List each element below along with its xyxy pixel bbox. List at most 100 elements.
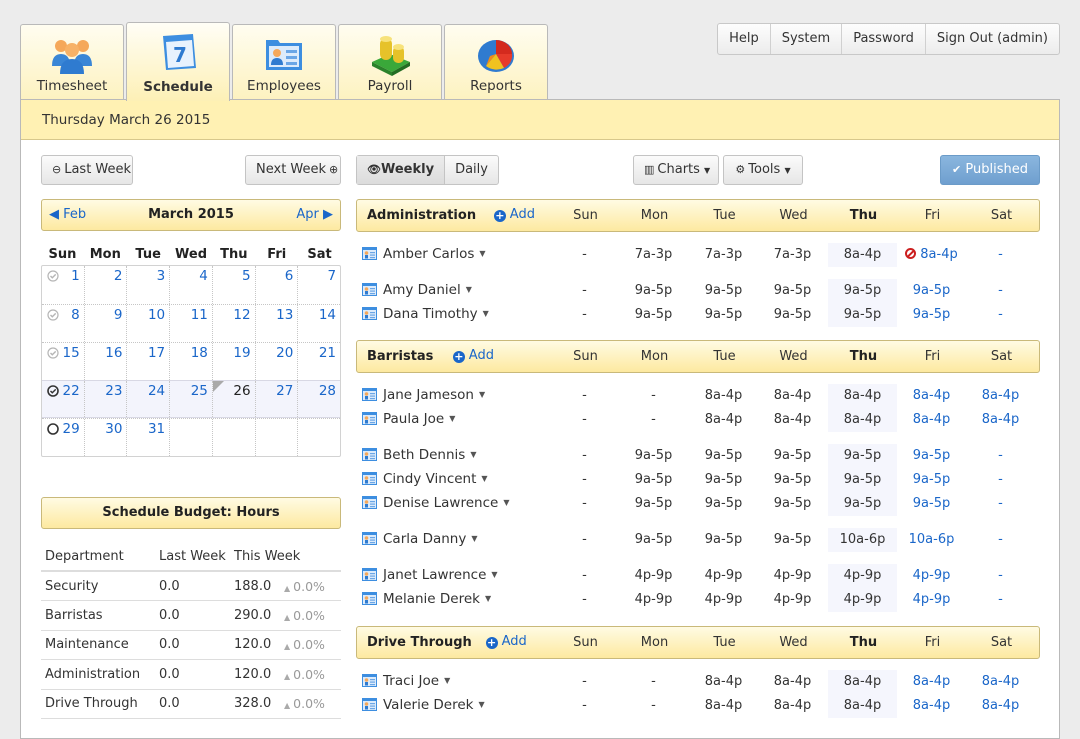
shift-cell[interactable]: 8a-4p	[758, 408, 827, 432]
calendar-day[interactable]: 10	[126, 305, 169, 342]
calendar-day[interactable]: 9	[83, 305, 127, 342]
shift-cell[interactable]: 8a-4p	[758, 384, 827, 408]
check-circle-icon[interactable]	[47, 309, 59, 321]
shift-cell[interactable]: 9a-5p	[828, 303, 897, 327]
calendar-day[interactable]: 2	[83, 266, 127, 304]
calendar-day[interactable]: 14	[297, 305, 340, 342]
shift-cell[interactable]: 8a-4p	[828, 408, 897, 432]
shift-cell[interactable]: 9a-5p	[619, 528, 688, 552]
shift-cell[interactable]: 9a-5p	[897, 444, 966, 468]
shift-cell[interactable]: 7a-3p	[689, 243, 758, 267]
employee-name-dropdown[interactable]: Amy Daniel ▼	[362, 282, 472, 298]
shift-cell[interactable]: -	[550, 564, 619, 588]
shift-cell[interactable]: -	[550, 528, 619, 552]
shift-cell[interactable]: 9a-5p	[619, 303, 688, 327]
employee-name-dropdown[interactable]: Melanie Derek ▼	[362, 591, 491, 607]
shift-cell[interactable]: 9a-5p	[828, 492, 897, 516]
shift-cell[interactable]: -	[550, 492, 619, 516]
calendar-day[interactable]: 1	[42, 266, 84, 304]
next-week-button[interactable]: Next Week ⊕	[245, 155, 341, 185]
check-circle-icon[interactable]	[47, 347, 59, 359]
calendar-day[interactable]: 26	[211, 381, 255, 417]
circle-icon[interactable]	[47, 423, 59, 435]
calendar-day[interactable]: 19	[211, 343, 255, 380]
shift-cell[interactable]: -	[966, 528, 1035, 552]
shift-cell[interactable]: -	[619, 384, 688, 408]
calendar-day[interactable]: 7	[297, 266, 340, 304]
shift-cell[interactable]: -	[550, 444, 619, 468]
shift-cell[interactable]: -	[550, 468, 619, 492]
shift-cell[interactable]: 9a-5p	[897, 468, 966, 492]
calendar-day[interactable]: 13	[254, 305, 298, 342]
shift-cell[interactable]: -	[550, 303, 619, 327]
shift-cell[interactable]: 8a-4p	[966, 670, 1035, 694]
shift-cell[interactable]: 9a-5p	[689, 303, 758, 327]
shift-cell[interactable]: 9a-5p	[619, 492, 688, 516]
shift-cell[interactable]: 4p-9p	[758, 564, 827, 588]
employee-name-dropdown[interactable]: Paula Joe ▼	[362, 411, 455, 427]
shift-cell[interactable]: 9a-5p	[619, 468, 688, 492]
shift-cell[interactable]: 10a-6p	[897, 528, 966, 552]
shift-cell[interactable]: 4p-9p	[619, 588, 688, 612]
tab-reports[interactable]: Reports	[444, 24, 548, 100]
shift-cell[interactable]: 9a-5p	[897, 303, 966, 327]
shift-cell[interactable]: 9a-5p	[828, 279, 897, 303]
daily-button[interactable]: Daily	[445, 156, 498, 184]
employee-name-dropdown[interactable]: Amber Carlos ▼	[362, 246, 486, 262]
calendar-day[interactable]: 4	[169, 266, 212, 304]
shift-cell[interactable]: 9a-5p	[619, 279, 688, 303]
shift-cell[interactable]: -	[966, 564, 1035, 588]
shift-cell[interactable]: 9a-5p	[689, 492, 758, 516]
shift-cell[interactable]: 8a-4p	[897, 243, 966, 267]
shift-cell[interactable]: -	[550, 384, 619, 408]
tab-timesheet[interactable]: Timesheet	[20, 24, 124, 100]
check-circle-icon[interactable]	[47, 385, 59, 397]
calendar-day[interactable]: 28	[297, 381, 340, 417]
shift-cell[interactable]: -	[550, 279, 619, 303]
shift-cell[interactable]: -	[966, 243, 1035, 267]
shift-cell[interactable]: -	[550, 694, 619, 718]
shift-cell[interactable]: 7a-3p	[758, 243, 827, 267]
shift-cell[interactable]: -	[550, 243, 619, 267]
shift-cell[interactable]: 4p-9p	[828, 588, 897, 612]
shift-cell[interactable]: 9a-5p	[689, 468, 758, 492]
calendar-day[interactable]: 3	[126, 266, 169, 304]
shift-cell[interactable]: -	[619, 408, 688, 432]
shift-cell[interactable]: 8a-4p	[897, 408, 966, 432]
shift-cell[interactable]: 9a-5p	[828, 444, 897, 468]
employee-name-dropdown[interactable]: Jane Jameson ▼	[362, 387, 485, 403]
tab-employees[interactable]: Employees	[232, 24, 336, 100]
shift-cell[interactable]: -	[550, 408, 619, 432]
shift-cell[interactable]: -	[966, 468, 1035, 492]
shift-cell[interactable]: 9a-5p	[758, 492, 827, 516]
shift-cell[interactable]: 9a-5p	[758, 528, 827, 552]
tab-schedule[interactable]: 7 Schedule	[126, 22, 230, 101]
calendar-day[interactable]: 23	[83, 381, 127, 417]
shift-cell[interactable]: 8a-4p	[689, 694, 758, 718]
shift-cell[interactable]: 9a-5p	[689, 528, 758, 552]
calendar-day[interactable]: 24	[126, 381, 169, 417]
calendar-day[interactable]: 5	[211, 266, 255, 304]
employee-name-dropdown[interactable]: Carla Danny ▼	[362, 531, 478, 547]
shift-cell[interactable]: 4p-9p	[689, 588, 758, 612]
charts-dropdown[interactable]: ▥ Charts ▼	[633, 155, 719, 185]
shift-cell[interactable]: 8a-4p	[689, 670, 758, 694]
shift-cell[interactable]: 9a-5p	[758, 303, 827, 327]
shift-cell[interactable]: 8a-4p	[897, 384, 966, 408]
employee-name-dropdown[interactable]: Janet Lawrence ▼	[362, 567, 498, 583]
employee-name-dropdown[interactable]: Cindy Vincent ▼	[362, 471, 488, 487]
shift-cell[interactable]: 10a-6p	[828, 528, 897, 552]
calendar-day[interactable]: 16	[83, 343, 127, 380]
calendar-day[interactable]: 27	[254, 381, 298, 417]
shift-cell[interactable]: 9a-5p	[897, 279, 966, 303]
employee-name-dropdown[interactable]: Beth Dennis ▼	[362, 447, 476, 463]
shift-cell[interactable]: 4p-9p	[758, 588, 827, 612]
employee-name-dropdown[interactable]: Denise Lawrence ▼	[362, 495, 509, 511]
shift-cell[interactable]: 8a-4p	[828, 670, 897, 694]
calendar-day[interactable]: 31	[126, 419, 169, 456]
shift-cell[interactable]: 8a-4p	[828, 694, 897, 718]
shift-cell[interactable]: 8a-4p	[966, 384, 1035, 408]
shift-cell[interactable]: 9a-5p	[758, 468, 827, 492]
password-button[interactable]: Password	[841, 24, 925, 54]
next-month-link[interactable]: Apr ▶	[296, 207, 333, 222]
